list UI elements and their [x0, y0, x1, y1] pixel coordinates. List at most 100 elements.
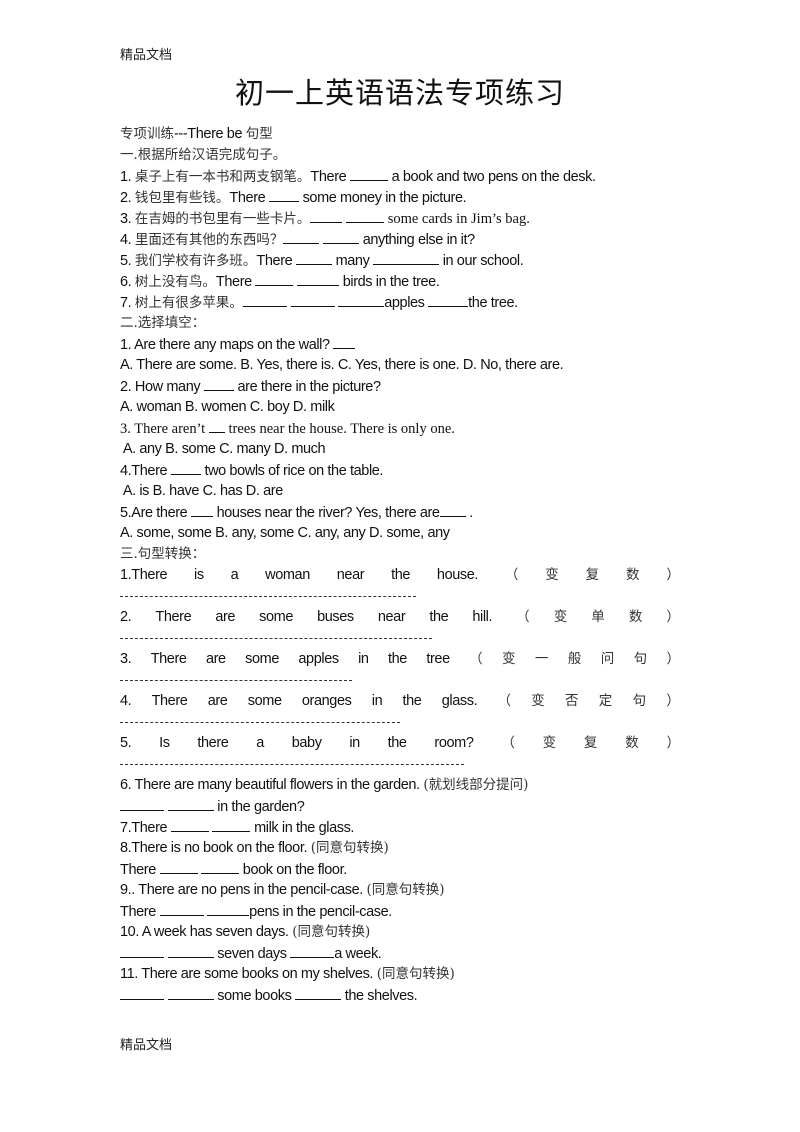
- subtitle: 专项训练---There be 句型: [120, 124, 680, 145]
- answer-blank[interactable]: [120, 796, 164, 811]
- answer-blank[interactable]: [268, 187, 299, 202]
- answer-blank[interactable]: [170, 460, 201, 475]
- answer-blank[interactable]: [290, 943, 335, 958]
- answer-blank[interactable]: [203, 376, 234, 391]
- question-word: are: [215, 609, 236, 625]
- s1-item-1: 1. 桌子上有一本书和两支钢笔。There a book and two pen…: [120, 166, 680, 187]
- answer-blank[interactable]: [349, 166, 388, 181]
- answer-blank[interactable]: [283, 229, 320, 244]
- answer-text: the shelves.: [341, 988, 418, 1004]
- answer-text: pens in the pencil-case.: [249, 904, 392, 920]
- item-number: 6.: [120, 274, 135, 290]
- question-text: 6. There are many beautiful flowers in t…: [120, 777, 424, 793]
- transform-questions: 1.There is a woman near the house. （变复数） 2. There…: [120, 565, 680, 775]
- question-note-char: 句: [633, 651, 648, 667]
- answer-blank[interactable]: [333, 334, 356, 349]
- answer-blank[interactable]: [439, 502, 466, 517]
- s2-question-4: 4.There two bowls of rice on the table.: [120, 460, 680, 481]
- s2-question-2: 2. How many are there in the picture?: [120, 376, 680, 397]
- item-number: 4.: [120, 232, 135, 248]
- question-word: there: [197, 735, 229, 751]
- answer-blank[interactable]: [190, 502, 213, 517]
- answer-blank[interactable]: [428, 292, 469, 307]
- s2-options-5: A. some, some B. any, some C. any, any D…: [120, 525, 450, 541]
- item-text: anything else in it?: [359, 232, 476, 248]
- answer-blank[interactable]: [338, 292, 385, 307]
- answer-text: There: [120, 904, 160, 920]
- answer-line[interactable]: [120, 712, 680, 733]
- answer-blank[interactable]: [167, 943, 214, 958]
- question-word: There: [151, 693, 188, 709]
- question-word: near: [377, 609, 406, 625]
- question-word: a: [256, 735, 264, 751]
- question-note-char: 一: [534, 651, 549, 667]
- answer-blank[interactable]: [323, 229, 360, 244]
- answer-underline: [120, 764, 464, 765]
- answer-blank[interactable]: [212, 817, 251, 832]
- question-word: glass.: [441, 693, 478, 709]
- question-note: (同意句转换): [376, 966, 455, 982]
- answer-blank[interactable]: [159, 901, 204, 916]
- question-word: in: [358, 651, 369, 667]
- transform-question-5: 5. Is there a baby in the room? （ 变 复 数 ）: [120, 733, 680, 754]
- s1-item-4: 4. 里面还有其他的东西吗？ anything else in it?: [120, 229, 680, 250]
- question-word: room?: [434, 735, 474, 751]
- answer-blank[interactable]: [207, 901, 250, 916]
- question-text: 10. A week has seven days.: [120, 924, 293, 940]
- answer-blank[interactable]: [346, 208, 385, 223]
- answer-blank[interactable]: [242, 292, 287, 307]
- answer-blank[interactable]: [120, 985, 164, 1000]
- transform-question-1: 1.There is a woman near the house. （ 变 复 数 ）: [120, 565, 680, 586]
- answer-blank[interactable]: [290, 292, 335, 307]
- s3-answer-10: seven days a week.: [120, 943, 680, 964]
- s1-item-6: 6. 树上没有鸟。There birds in the tree.: [120, 271, 680, 292]
- item-text: in our school.: [439, 253, 524, 269]
- question-note-char: 单: [591, 609, 605, 625]
- subtitle-cn2: 句型: [245, 126, 273, 142]
- item-number: 7.: [120, 295, 135, 311]
- answer-blank[interactable]: [295, 985, 342, 1000]
- item-text: There: [229, 190, 269, 206]
- answer-line[interactable]: [120, 586, 680, 607]
- item-number: 1.: [120, 169, 135, 185]
- question-word: near: [336, 567, 365, 583]
- s2-options-2: A. woman B. women C. boy D. milk: [120, 399, 335, 415]
- item-cn: 树上有很多苹果。: [134, 295, 243, 311]
- item-cn: 树上没有鸟。: [134, 274, 216, 290]
- answer-blank[interactable]: [295, 250, 332, 265]
- answer-blank[interactable]: [310, 208, 343, 223]
- question-note-char: 变: [502, 651, 516, 667]
- answer-blank[interactable]: [120, 943, 164, 958]
- section3-heading: 三.句型转换：: [120, 546, 206, 562]
- question-note-char: ）: [666, 693, 680, 709]
- answer-underline: [120, 722, 400, 723]
- item-text: the tree.: [468, 295, 518, 311]
- question-note-char: 否: [565, 693, 579, 709]
- answer-blank[interactable]: [159, 859, 198, 874]
- question-note: (同意句转换): [366, 882, 445, 898]
- question-word: some: [245, 651, 279, 667]
- question-note-char: （: [501, 735, 515, 751]
- question-word: There: [150, 651, 187, 667]
- question-text: 9.. There are no pens in the pencil-case…: [120, 882, 367, 898]
- question-word: some: [247, 693, 282, 709]
- answer-blank[interactable]: [297, 271, 340, 286]
- answer-blank[interactable]: [170, 817, 209, 832]
- answer-blank[interactable]: [201, 859, 240, 874]
- answer-line[interactable]: [120, 628, 680, 649]
- question-word: hill.: [472, 609, 493, 625]
- answer-blank[interactable]: [167, 796, 214, 811]
- transform-question-4: 4. There are some oranges in the glass. （ 变 否 定 句 ）: [120, 691, 680, 712]
- answer-blank[interactable]: [255, 271, 294, 286]
- question-word: There: [155, 609, 192, 625]
- question-word: some: [259, 609, 293, 625]
- answer-blank[interactable]: [208, 418, 225, 433]
- answer-line[interactable]: [120, 670, 680, 691]
- question-word: tree: [426, 651, 450, 667]
- s3-answer-8: There book on the floor.: [120, 859, 680, 880]
- answer-blank[interactable]: [167, 985, 214, 1000]
- question-note-char: 复: [585, 567, 600, 583]
- answer-blank[interactable]: [373, 250, 440, 265]
- answer-line[interactable]: [120, 754, 680, 775]
- section1-heading: 一.根据所给汉语完成句子。: [120, 147, 287, 163]
